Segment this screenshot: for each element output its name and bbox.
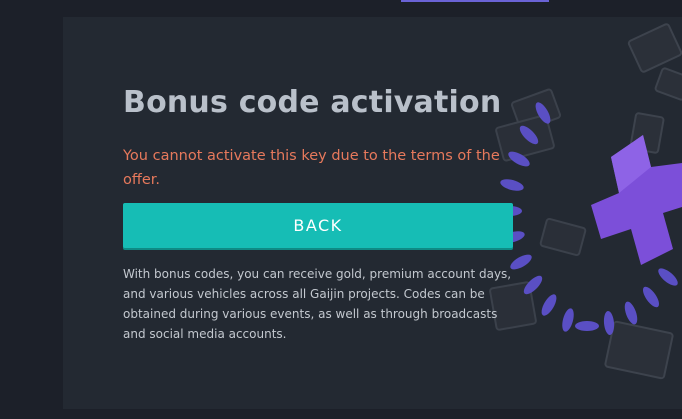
bonus-code-panel: Bonus code activation You cannot activat… — [63, 17, 682, 409]
error-message: You cannot activate this key due to the … — [123, 148, 500, 188]
info-text: With bonus codes, you can receive gold, … — [123, 267, 512, 341]
plus-shape — [591, 135, 682, 265]
back-button[interactable]: BACK — [123, 203, 513, 248]
page-title: Bonus code activation — [123, 85, 502, 120]
top-accent-line — [401, 0, 549, 2]
